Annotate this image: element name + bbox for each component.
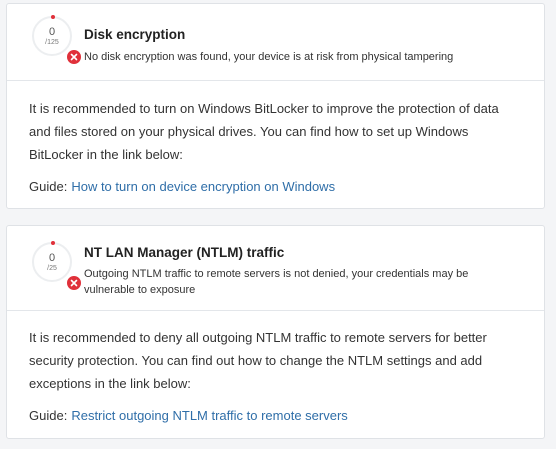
card-title: NT LAN Manager (NTLM) traffic: [84, 245, 285, 260]
score-indicator-dot: [51, 15, 55, 19]
card-header: 0 125 Disk encryption No disk encryption…: [7, 4, 544, 81]
ntlm-traffic-card: 0 25 NT LAN Manager (NTLM) traffic Outgo…: [6, 225, 545, 439]
disk-encryption-card: 0 125 Disk encryption No disk encryption…: [6, 3, 545, 209]
score-value: 0: [48, 252, 56, 264]
score-indicator-dot: [51, 241, 55, 245]
card-header: 0 25 NT LAN Manager (NTLM) traffic Outgo…: [7, 226, 544, 311]
guide-label: Guide: [29, 408, 67, 423]
card-body: It is recommended to deny all outgoing N…: [7, 311, 544, 427]
card-description: Outgoing NTLM traffic to remote servers …: [84, 268, 469, 296]
guide-line: Guide How to turn on device encryption on…: [29, 175, 522, 198]
score-ring: 0 25: [32, 241, 82, 291]
score-value: 0: [48, 26, 56, 38]
guide-label: Guide: [29, 179, 67, 194]
guide-link[interactable]: How to turn on device encryption on Wind…: [71, 179, 335, 194]
recommendation-text: It is recommended to deny all outgoing N…: [29, 330, 487, 391]
score-ring: 0 125: [32, 15, 82, 65]
guide-link[interactable]: Restrict outgoing NTLM traffic to remote…: [71, 408, 347, 423]
card-description: No disk encryption was found, your devic…: [84, 51, 454, 63]
score-max: 125: [34, 39, 70, 47]
card-body: It is recommended to turn on Windows Bit…: [7, 81, 544, 198]
score-max: 25: [34, 265, 70, 273]
recommendation-text: It is recommended to turn on Windows Bit…: [29, 101, 499, 162]
x-icon: [66, 49, 82, 65]
card-title: Disk encryption: [84, 27, 186, 42]
guide-line: Guide Restrict outgoing NTLM traffic to r…: [29, 404, 522, 427]
x-icon: [66, 275, 82, 291]
